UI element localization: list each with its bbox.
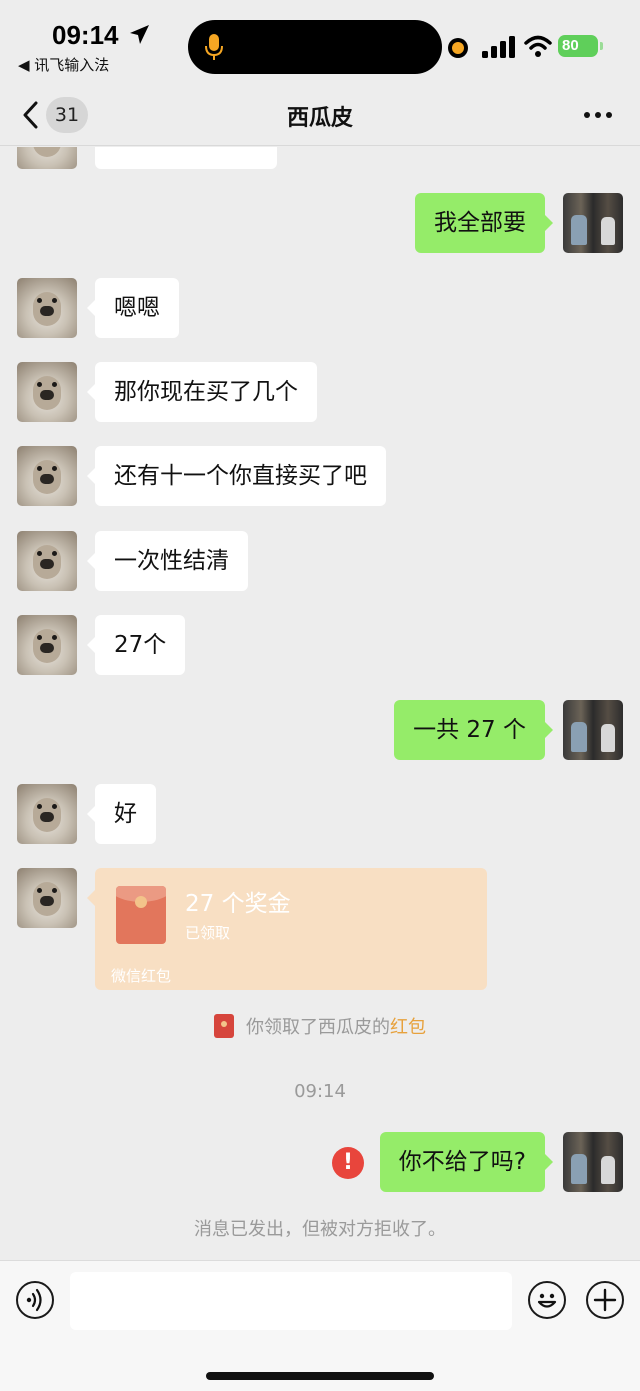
my-avatar[interactable] [563, 1132, 623, 1192]
message-bubble-incoming[interactable]: 还有十一个你直接买了吧 [87, 446, 386, 506]
red-packet-title: 27 个奖金 [185, 891, 291, 917]
more-icon[interactable] [580, 102, 616, 128]
more-functions-button[interactable] [586, 1281, 624, 1319]
my-avatar[interactable] [563, 193, 623, 253]
red-packet-brand: 微信红包 [111, 967, 172, 985]
signal-icon [482, 36, 515, 58]
message-bubble-incoming[interactable]: 那你现在买了几个 [87, 362, 317, 422]
red-packet-link[interactable]: 红包 [390, 1017, 426, 1038]
message-bubble-outgoing[interactable]: 一共 27 个 [394, 700, 553, 760]
emoji-icon [537, 1293, 557, 1308]
unread-count-badge[interactable]: 31 [46, 97, 88, 133]
red-packet-received-notice: 你领取了西瓜皮的红包 [0, 1013, 640, 1040]
rejected-notice: 消息已发出，但被对方拒收了。 [194, 1219, 446, 1240]
recording-indicator-icon [448, 38, 468, 58]
message-bubble-outgoing[interactable]: 我全部要 [415, 193, 553, 253]
dynamic-island [188, 20, 442, 74]
contact-avatar[interactable] [17, 784, 77, 844]
red-packet-mini-icon [214, 1014, 234, 1038]
contact-avatar[interactable] [17, 531, 77, 591]
chat-header: 西瓜皮 31 [0, 88, 640, 146]
emoji-button[interactable] [528, 1281, 566, 1319]
red-packet-card[interactable]: 27 个奖金 已领取 微信红包 [87, 868, 487, 990]
voice-icon [26, 1288, 42, 1312]
my-avatar[interactable] [563, 700, 623, 760]
message-input[interactable] [70, 1272, 512, 1330]
contact-avatar[interactable] [17, 278, 77, 338]
contact-avatar[interactable] [17, 362, 77, 422]
battery-cap [600, 42, 603, 50]
input-bar [0, 1260, 640, 1391]
contact-avatar[interactable] [17, 446, 77, 506]
status-time: 09:14 [52, 20, 119, 50]
mic-icon [205, 34, 223, 60]
voice-input-button[interactable] [16, 1281, 54, 1319]
location-arrow-icon [130, 25, 149, 44]
message-bubble-incoming[interactable]: 27个 [86, 615, 186, 675]
message-bubble-incoming[interactable]: 一次性结清 [87, 531, 248, 591]
battery-icon: 80 [558, 35, 598, 57]
message-bubble-incoming[interactable]: 嗯嗯 [87, 278, 179, 338]
contact-avatar[interactable] [17, 147, 77, 169]
send-failed-icon[interactable]: ! [332, 1147, 364, 1179]
message-timestamp: 09:14 [294, 1081, 346, 1102]
message-bubble-incoming-partial[interactable] [95, 147, 277, 169]
red-packet-icon [116, 886, 166, 944]
home-indicator[interactable] [206, 1372, 434, 1380]
wifi-icon [524, 35, 552, 57]
contact-avatar[interactable] [17, 615, 77, 675]
message-bubble-outgoing[interactable]: 你不给了吗? [379, 1132, 554, 1192]
plus-icon [593, 1288, 617, 1312]
received-text: 你领取了西瓜皮的 [246, 1017, 390, 1038]
status-bar: 09:14 ◀ 讯飞输入法 80 [0, 0, 640, 88]
message-list[interactable]: 我全部要 嗯嗯 那你现在买了几个 还有十一个你直接买了吧 一次性结清 27个 一… [0, 147, 640, 1260]
chat-title: 西瓜皮 [286, 106, 353, 131]
red-packet-status: 已领取 [185, 924, 231, 942]
back-chevron-icon[interactable] [20, 100, 42, 130]
contact-avatar[interactable] [17, 868, 77, 928]
message-bubble-incoming[interactable]: 好 [87, 784, 156, 844]
back-to-app-link[interactable]: ◀ 讯飞输入法 [18, 54, 109, 75]
battery-level: 80 [562, 37, 579, 54]
